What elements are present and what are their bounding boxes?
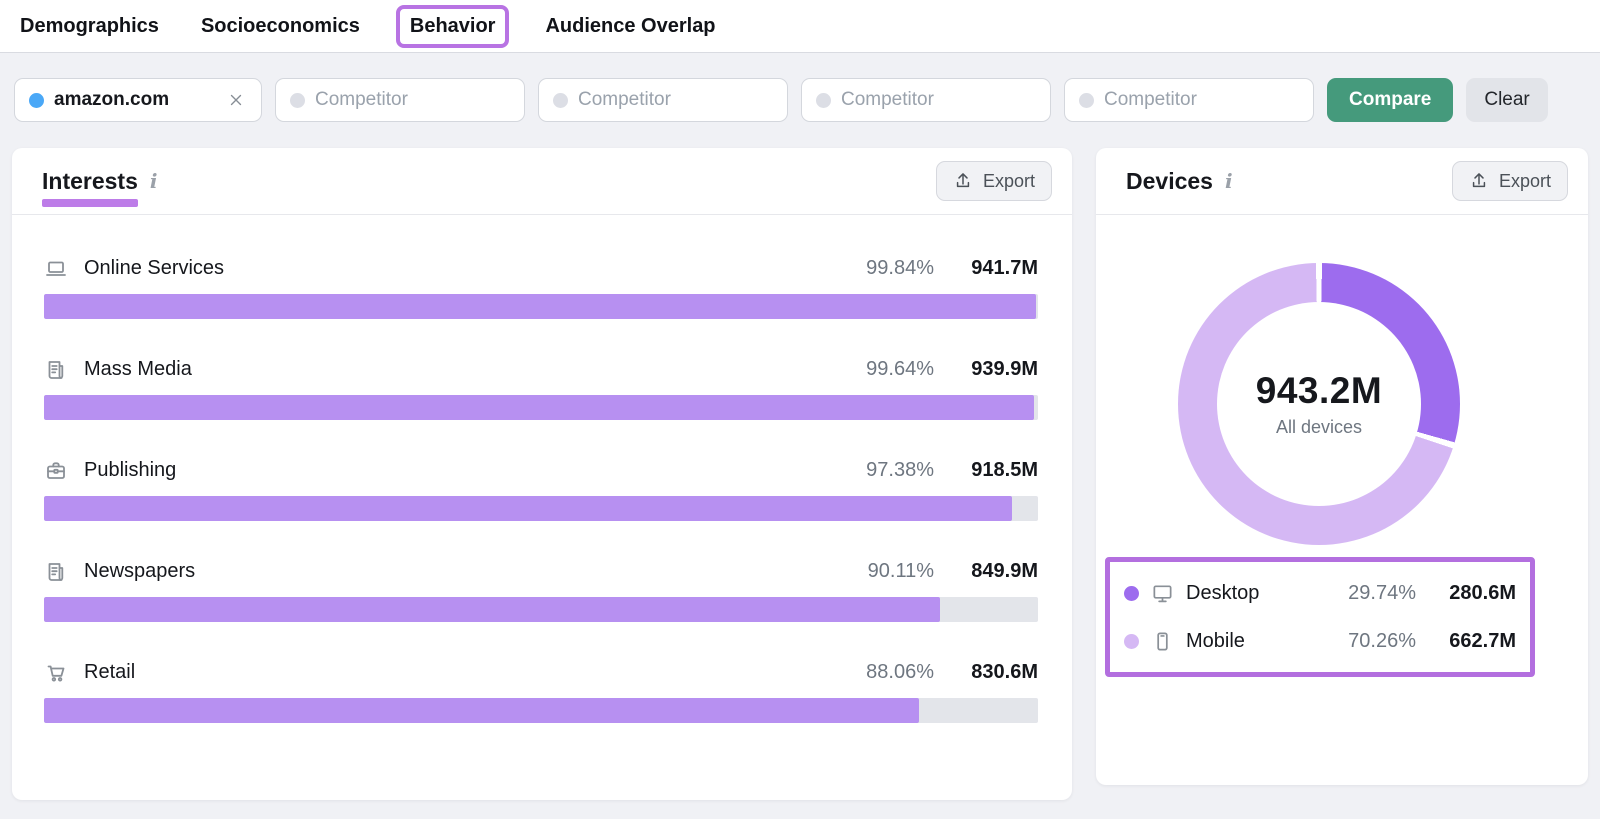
interest-bar-fill (44, 698, 919, 723)
interests-title: Interests (42, 168, 138, 195)
competitor-input-2[interactable] (538, 78, 788, 122)
interest-percent: 88.06% (866, 661, 934, 684)
competitor-field-4[interactable] (1104, 89, 1299, 111)
competitor-field-3[interactable] (841, 89, 1036, 111)
interests-title-highlight (42, 199, 138, 207)
interest-bar-track (44, 395, 1038, 420)
interest-label: Publishing (84, 459, 176, 482)
interest-value: 849.9M (952, 560, 1038, 583)
legend-label: Mobile (1186, 630, 1245, 653)
interest-row-mass-media: Mass Media 99.64% 939.9M (44, 356, 1038, 420)
domain-color-dot (29, 93, 44, 108)
interest-bar-track (44, 496, 1038, 521)
devices-title: Devices (1126, 168, 1213, 195)
interests-card: Interests i Export Online Services 99.84… (12, 148, 1072, 800)
interest-percent: 90.11% (868, 560, 934, 583)
desktop-icon (1151, 582, 1174, 605)
interests-export-button[interactable]: Export (936, 161, 1052, 201)
tab-demographics[interactable]: Demographics (14, 5, 165, 48)
interest-label: Online Services (84, 257, 224, 280)
tab-audience-overlap[interactable]: Audience Overlap (539, 5, 721, 48)
main-content: Interests i Export Online Services 99.84… (12, 148, 1588, 800)
competitor-color-dot (1079, 93, 1094, 108)
competitor-input-1[interactable] (275, 78, 525, 122)
export-icon (953, 171, 973, 191)
competitor-input-4[interactable] (1064, 78, 1314, 122)
mobile-icon (1151, 630, 1174, 653)
interest-row-retail: Retail 88.06% 830.6M (44, 659, 1038, 723)
interest-bar-fill (44, 496, 1012, 521)
legend-value: 280.6M (1432, 582, 1516, 605)
interest-bar-track (44, 294, 1038, 319)
main-domain-value: amazon.com (54, 89, 215, 111)
interest-bar-fill (44, 597, 940, 622)
interest-percent: 99.84% (866, 257, 934, 280)
donut-center: 943.2M All devices (1217, 302, 1421, 506)
devices-card: Devices i Export 943.2M All devices (1096, 148, 1588, 785)
interest-label: Newspapers (84, 560, 195, 583)
interest-row-online-services: Online Services 99.84% 941.7M (44, 255, 1038, 319)
competitor-color-dot (290, 93, 305, 108)
competitor-color-dot (553, 93, 568, 108)
desktop-legend-dot (1124, 586, 1139, 601)
interest-value: 918.5M (952, 459, 1038, 482)
interests-list: Online Services 99.84% 941.7M Mass Media… (12, 215, 1072, 723)
interest-percent: 99.64% (866, 358, 934, 381)
interest-percent: 97.38% (866, 459, 934, 482)
main-domain-input[interactable]: amazon.com (14, 78, 262, 122)
competitor-field-1[interactable] (315, 89, 510, 111)
interest-value: 939.9M (952, 358, 1038, 381)
devices-donut[interactable]: 943.2M All devices (1178, 263, 1460, 545)
interest-value: 941.7M (952, 257, 1038, 280)
newspaper-icon (44, 560, 68, 584)
interest-bar-track (44, 698, 1038, 723)
legend-percent: 70.26% (1348, 630, 1416, 653)
donut-total-label: All devices (1276, 417, 1362, 438)
legend-label: Desktop (1186, 582, 1259, 605)
info-icon[interactable]: i (1225, 169, 1233, 193)
tab-behavior[interactable]: Behavior (396, 5, 510, 48)
compare-button[interactable]: Compare (1327, 78, 1453, 122)
cart-icon (44, 661, 68, 685)
legend-value: 662.7M (1432, 630, 1516, 653)
competitor-field-2[interactable] (578, 89, 773, 111)
filter-row: amazon.com Compare Clear (14, 78, 1586, 122)
tab-bar: Demographics Socioeconomics Behavior Aud… (0, 0, 1600, 53)
interest-bar-track (44, 597, 1038, 622)
legend-percent: 29.74% (1348, 582, 1416, 605)
interest-value: 830.6M (952, 661, 1038, 684)
devices-header: Devices i Export (1096, 148, 1588, 215)
briefcase-icon (44, 459, 68, 483)
interest-bar-fill (44, 294, 1036, 319)
clear-domain-icon[interactable] (225, 89, 247, 111)
devices-export-button[interactable]: Export (1452, 161, 1568, 201)
newspaper-icon (44, 358, 68, 382)
info-icon[interactable]: i (150, 169, 158, 193)
interest-label: Mass Media (84, 358, 192, 381)
legend-row-desktop[interactable]: Desktop 29.74% 280.6M (1124, 569, 1516, 617)
interest-row-newspapers: Newspapers 90.11% 849.9M (44, 558, 1038, 622)
clear-button[interactable]: Clear (1466, 78, 1547, 122)
interest-row-publishing: Publishing 97.38% 918.5M (44, 457, 1038, 521)
laptop-icon (44, 257, 68, 281)
interests-header: Interests i Export (12, 148, 1072, 215)
interest-bar-fill (44, 395, 1034, 420)
competitor-input-3[interactable] (801, 78, 1051, 122)
tab-socioeconomics[interactable]: Socioeconomics (195, 5, 366, 48)
devices-legend-highlight-box: Desktop 29.74% 280.6M Mobile 70.26% 662.… (1105, 557, 1535, 677)
donut-total-value: 943.2M (1256, 370, 1382, 412)
legend-row-mobile[interactable]: Mobile 70.26% 662.7M (1124, 617, 1516, 665)
interest-label: Retail (84, 661, 135, 684)
export-icon (1469, 171, 1489, 191)
mobile-legend-dot (1124, 634, 1139, 649)
competitor-color-dot (816, 93, 831, 108)
